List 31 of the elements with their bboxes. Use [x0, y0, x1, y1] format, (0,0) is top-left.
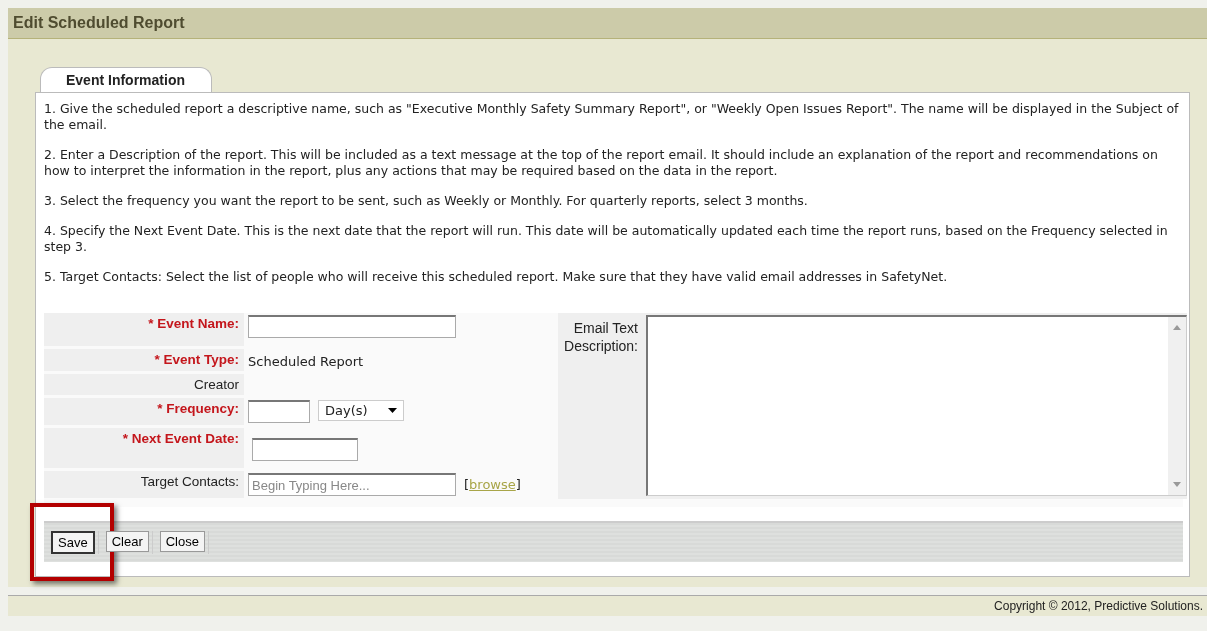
- window-title: Edit Scheduled Report: [8, 8, 1207, 39]
- contacts-field[interactable]: Begin Typing Here...: [248, 473, 456, 496]
- field-label: Email Text Description:: [564, 320, 638, 354]
- field-label: * Frequency:: [157, 401, 239, 416]
- caret-icon: [387, 408, 397, 413]
- bracket: [: [464, 476, 470, 492]
- field-label: Target Contacts:: [140, 474, 239, 489]
- form-button[interactable]: Save: [51, 531, 95, 554]
- description-field[interactable]: [646, 315, 1187, 496]
- bracket: ]: [515, 476, 521, 492]
- date-field[interactable]: [252, 438, 358, 461]
- field-value: Scheduled Report: [248, 353, 364, 369]
- instruction-text: 5. Target Contacts: Select the list of people who will receive this scheduled report. Make sure that they have valid email addresses in SafetyNet.: [44, 269, 949, 285]
- instruction-text: 4. Specify the Next Event Date. This is the next date that the report will run. This date will be automatically updated each time the report runs, based on the Frequency selected in step 3.: [44, 223, 1169, 255]
- event-name-field[interactable]: [248, 315, 456, 338]
- tab[interactable]: Event Information: [40, 67, 212, 92]
- scroll-up-icon[interactable]: [1173, 325, 1181, 330]
- form-button[interactable]: Clear: [105, 531, 149, 552]
- scrollbar[interactable]: [1168, 317, 1186, 495]
- field-label: * Event Type:: [154, 352, 239, 367]
- scroll-down-icon[interactable]: [1173, 482, 1181, 487]
- instruction-text: 1. Give the scheduled report a descriptive name, such as "Executive Monthly Safety Summary Report", or "Weekly Open Issues Report". The name will be displayed in the Subject of the email.: [44, 101, 1180, 133]
- instruction-text: 3. Select the frequency you want the report to be sent, such as Weekly or Monthly. For quarterly reports, select 3 months.: [44, 193, 809, 209]
- field-label: * Event Name:: [148, 316, 239, 331]
- field-label: * Next Event Date:: [122, 431, 239, 446]
- copyright-text: Copyright © 2012, Predictive Solutions.: [994, 599, 1203, 613]
- form-button[interactable]: Close: [159, 531, 205, 552]
- unit-dropdown[interactable]: Day(s): [318, 400, 404, 421]
- instruction-text: 2. Enter a Description of the report. This will be included as a text message at the top of the report email. It should include an explanation of the report and recommendations on how to interpret the information in the report, plus any actions that may be required based on the data in the report.: [44, 147, 1159, 179]
- field-label: Creator: [194, 377, 239, 392]
- frequency-field[interactable]: [248, 400, 310, 423]
